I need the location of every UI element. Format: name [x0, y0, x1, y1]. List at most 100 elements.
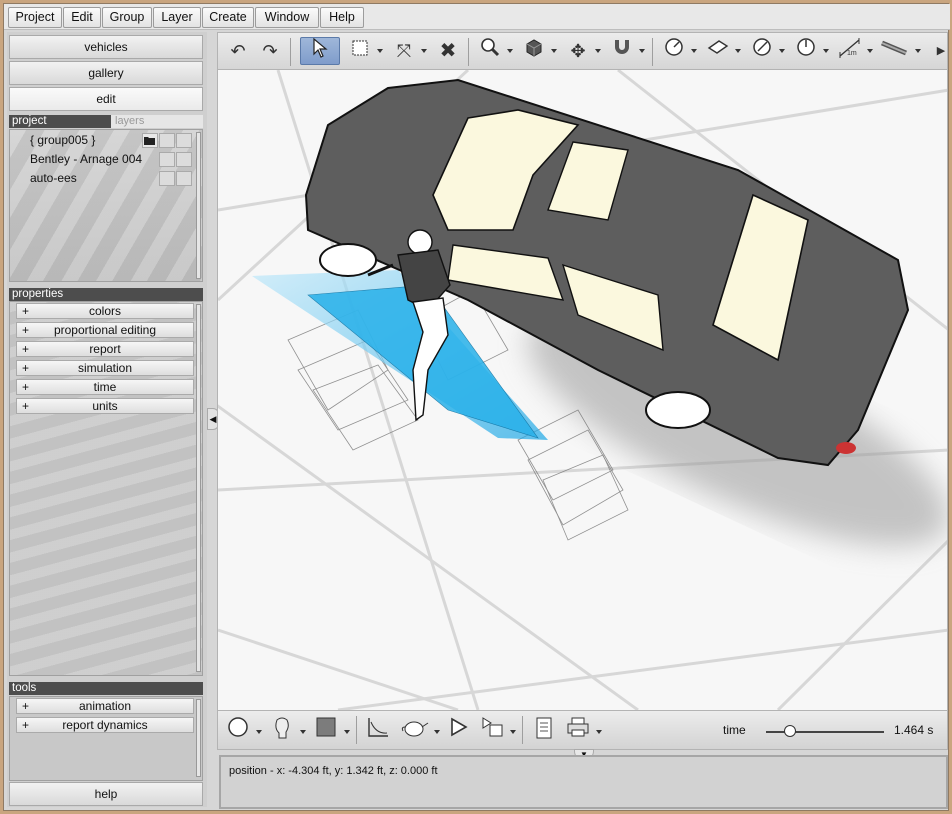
expand-icon: + [22, 699, 30, 713]
section-label: colors [88, 304, 121, 318]
chevron-down-icon[interactable] [344, 730, 350, 734]
gallery-button[interactable]: gallery [9, 61, 203, 85]
ruler-label: 1m [847, 50, 857, 57]
status-panel: position - x: -4.304 ft, y: 1.342 ft, z:… [219, 755, 948, 809]
properties-scrollbar[interactable] [196, 304, 201, 672]
chevron-right-icon[interactable]: ▶ [934, 37, 948, 65]
chevron-down-icon[interactable] [595, 49, 601, 53]
delete-icon[interactable]: ✖ [434, 37, 462, 65]
vehicles-button[interactable]: vehicles [9, 35, 203, 59]
properties-colors[interactable]: + colors [16, 303, 194, 319]
angle-icon[interactable] [748, 37, 776, 65]
visibility-toggle[interactable] [159, 152, 175, 167]
chevron-down-icon[interactable] [779, 49, 785, 53]
expand-icon: + [22, 323, 30, 337]
menu-layer[interactable]: Layer [153, 7, 201, 28]
section-label: proportional editing [53, 323, 157, 337]
magnet-icon[interactable] [608, 37, 636, 65]
chevron-down-icon[interactable] [867, 49, 873, 53]
chevron-down-icon[interactable] [300, 730, 306, 734]
chevron-down-icon[interactable] [823, 49, 829, 53]
chevron-down-icon[interactable] [915, 49, 921, 53]
tools-animation[interactable]: + animation [16, 698, 194, 714]
folder-icon[interactable] [142, 133, 158, 148]
expand-icon: + [22, 380, 30, 394]
play-icon[interactable] [444, 716, 472, 744]
rectangle-select-icon[interactable] [346, 37, 374, 65]
expand-icon: + [22, 342, 30, 356]
box-icon[interactable] [520, 37, 548, 65]
help-button[interactable]: help [9, 782, 203, 806]
tape-icon[interactable] [880, 37, 908, 65]
graph-icon[interactable] [364, 716, 392, 744]
chevron-down-icon[interactable] [256, 730, 262, 734]
zoom-icon[interactable] [476, 37, 504, 65]
lock-toggle[interactable] [176, 171, 192, 186]
tools-header: tools [9, 682, 203, 695]
tools-report-dynamics[interactable]: + report dynamics [16, 717, 194, 733]
timeline-toolbar: time 1.464 s [217, 710, 948, 750]
tools-scrollbar[interactable] [196, 699, 201, 777]
properties-time[interactable]: + time [16, 379, 194, 395]
play-report-icon[interactable] [478, 716, 506, 744]
redo-icon[interactable]: ↷ [256, 37, 284, 65]
list-item[interactable]: { group005 } [10, 131, 196, 150]
scene-render [218, 70, 947, 710]
tab-project[interactable]: project [9, 115, 111, 128]
toolbar-separator [290, 38, 291, 66]
transform-icon[interactable]: ⤧ [390, 37, 418, 65]
chevron-down-icon[interactable] [596, 730, 602, 734]
menu-help[interactable]: Help [320, 7, 364, 28]
properties-proportional-editing[interactable]: + proportional editing [16, 322, 194, 338]
ruler-1m-icon[interactable]: 1m [836, 37, 864, 65]
visibility-toggle[interactable] [159, 171, 175, 186]
time-slider-handle[interactable] [783, 725, 796, 737]
time-label: time [723, 723, 746, 737]
menu-create[interactable]: Create [202, 7, 254, 28]
teapot-icon[interactable] [398, 716, 432, 744]
chevron-down-icon[interactable] [510, 730, 516, 734]
head-icon[interactable] [268, 716, 296, 744]
project-list: { group005 } Bentley - Arnage 004 auto-e… [9, 129, 203, 282]
chevron-down-icon[interactable] [507, 49, 513, 53]
tools-panel: + animation + report dynamics [9, 696, 203, 781]
menu-window[interactable]: Window [255, 7, 319, 28]
wheel [319, 243, 377, 277]
undo-icon[interactable]: ↶ [224, 37, 252, 65]
select-arrow-icon[interactable] [300, 37, 340, 65]
properties-report[interactable]: + report [16, 341, 194, 357]
chevron-down-icon[interactable] [421, 49, 427, 53]
list-item[interactable]: auto-ees [10, 169, 196, 188]
3d-viewport[interactable] [217, 70, 948, 710]
chevron-down-icon[interactable] [639, 49, 645, 53]
chevron-down-icon[interactable] [377, 49, 383, 53]
menu-group[interactable]: Group [102, 7, 152, 28]
document-icon[interactable] [530, 716, 558, 744]
lock-toggle[interactable] [176, 152, 192, 167]
circle-icon[interactable] [224, 716, 252, 744]
list-item[interactable]: Bentley - Arnage 004 [10, 150, 196, 169]
properties-units[interactable]: + units [16, 398, 194, 414]
menu-project[interactable]: Project [8, 7, 62, 28]
project-scrollbar[interactable] [196, 132, 201, 279]
chevron-down-icon[interactable] [551, 49, 557, 53]
toolbar-separator [468, 38, 469, 66]
edit-button[interactable]: edit [9, 87, 203, 111]
chevron-down-icon[interactable] [434, 730, 440, 734]
color-swatch-icon[interactable] [312, 716, 340, 744]
move-icon[interactable]: ✥ [564, 37, 592, 65]
menu-edit[interactable]: Edit [63, 7, 101, 28]
measure-circle-icon[interactable] [660, 37, 688, 65]
time-value: 1.464 s [894, 723, 934, 737]
properties-simulation[interactable]: + simulation [16, 360, 194, 376]
toolbar-separator [522, 716, 523, 744]
printer-icon[interactable] [564, 716, 592, 744]
chevron-down-icon[interactable] [691, 49, 697, 53]
rotate-icon[interactable] [792, 37, 820, 65]
tab-layers[interactable]: layers [111, 115, 203, 128]
chevron-down-icon[interactable] [735, 49, 741, 53]
wheel [645, 391, 711, 429]
plane-icon[interactable] [704, 37, 732, 65]
visibility-toggle[interactable] [159, 133, 175, 148]
lock-toggle[interactable] [176, 133, 192, 148]
